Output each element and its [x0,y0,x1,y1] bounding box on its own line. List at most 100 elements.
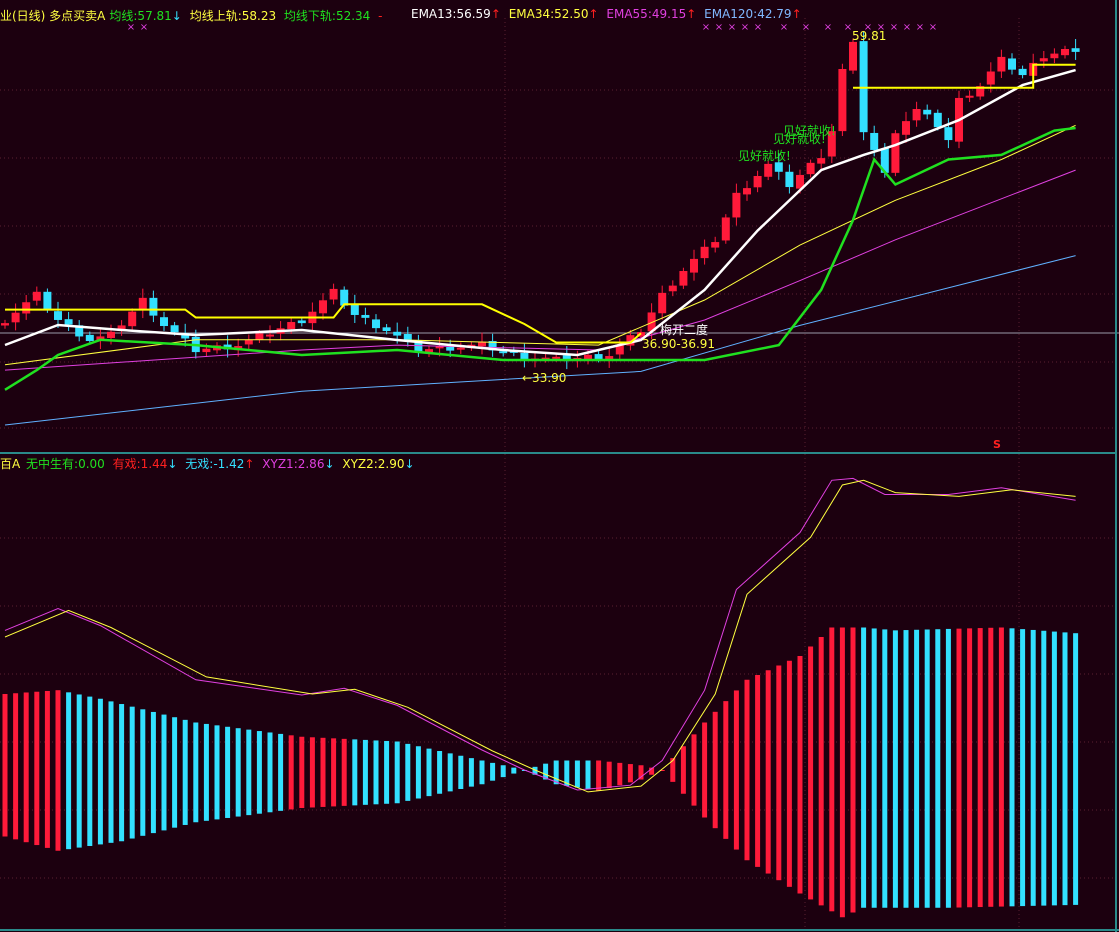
histogram-bar [119,704,125,842]
histogram-bar [331,738,337,807]
candle-body [732,192,741,218]
histogram-bar [203,723,209,821]
histogram-bar [426,748,432,797]
histogram-bar [765,670,771,874]
histogram-bar [712,711,718,829]
wzsy-value: 无中生有:0.00 [26,457,105,471]
histogram-bar [394,741,400,804]
histogram-bar [299,736,305,808]
histogram-bar [34,691,40,846]
signal-mark-icon: × [741,22,749,33]
stock-chart-window: × × × × × × × × × × × × × × × × × 业(日线) 多点买卖A 均线:57.81↓ 均… [0,0,1119,932]
histogram-bar [362,739,368,805]
dash: - [378,9,383,23]
candle-body [1039,58,1048,62]
arrow-up-icon: ↑ [791,7,802,21]
ema-legend: EMA13:56.59↑ EMA34:52.50↑ EMA55:49.15↑ E… [411,7,806,21]
histogram-bar [225,726,231,818]
histogram-bar [786,660,792,887]
histogram-bar [193,722,199,823]
histogram-bar [945,628,951,908]
histogram-bar [23,692,29,843]
histogram-bar [861,627,867,908]
signal-mark-icon: × [715,22,723,33]
candle-body [552,356,561,359]
histogram-bar [140,709,146,836]
candle-body [1061,49,1069,56]
ema55-value: EMA55:49.15 [606,7,687,21]
histogram-bar [66,692,72,850]
candles [1,31,1080,370]
candle-body [43,291,52,310]
histogram-bar [373,740,379,805]
candle-body [138,297,147,311]
candle-body [403,334,412,341]
histogram-bar [44,690,50,848]
arrow-down-icon: ↓ [324,457,335,471]
signal-mark-icon: × [916,22,924,33]
candle-body [700,246,709,259]
candle-body [520,352,529,360]
candle-body [933,112,942,128]
candle-body [753,175,762,188]
histogram-bar [1062,632,1068,906]
candle-body [817,158,826,164]
candle-body [54,311,62,320]
candle-body [711,242,720,248]
line-均线下轨 [4,126,1076,391]
candle-body [382,327,391,332]
histogram-bar [500,765,506,778]
histogram-bar [627,764,633,783]
histogram-bar [680,746,686,794]
candle-body [668,285,677,292]
bottom-legend: 百A 无中生有:0.00 有戏:1.44↓ 无戏:-1.42↑ XYZ1:2.8… [0,455,419,472]
histogram-bar [553,760,559,785]
candle-body [849,41,857,71]
candle-body [690,258,698,273]
histogram-bar [967,628,973,908]
candle-body [64,319,73,325]
candle-body [361,314,370,318]
candle-body [1008,58,1016,70]
histogram-bar [892,630,898,908]
histogram-bar [87,696,93,846]
histogram-bar [1073,633,1079,905]
signal-mark-icon: × [754,22,762,33]
histogram-bar [744,679,750,861]
candle-body [319,300,327,314]
candle-body [297,320,306,324]
candle-body [22,302,31,314]
take-profit-label: 见好就收! [783,124,836,138]
histogram-bar [617,762,623,786]
histogram-bar [13,693,19,840]
candle-body [1071,48,1080,52]
candle-body [160,317,168,327]
candle-body [806,162,815,175]
histogram-bar [479,760,485,785]
candle-body [997,56,1006,72]
histogram-bar [808,646,814,900]
candle-body [85,334,94,342]
histogram-bar [755,675,761,867]
histogram-bar [150,711,156,834]
signal-mark-icon: × [780,22,788,33]
histogram-bar [320,737,326,807]
top-legend: 业(日线) 多点买卖A 均线:57.81↓ 均线上轨:58.23 均线下轨:52.… [0,7,387,24]
signal-mark-icon: × [903,22,911,33]
histogram-bar [384,740,390,804]
histogram-bar [458,755,464,789]
candle-body [743,188,751,195]
signal-mark-icon: × [702,22,710,33]
signal-mark-icon: × [844,22,852,33]
arrow-up-icon: ↑ [686,7,697,21]
upper-rail-value: 均线上轨:58.23 [189,9,277,23]
histogram-bar [55,690,61,851]
histogram-bar [702,722,708,818]
low-price-label: ←33.90 [522,371,567,385]
youxi-value: 有戏:1.44 [112,457,168,471]
histogram-bar [97,698,103,845]
candle-body [658,292,667,314]
arrow-down-icon: ↓ [404,457,415,471]
xyz1-value: XYZ1:2.86 [262,457,325,471]
candle-body [244,339,253,345]
